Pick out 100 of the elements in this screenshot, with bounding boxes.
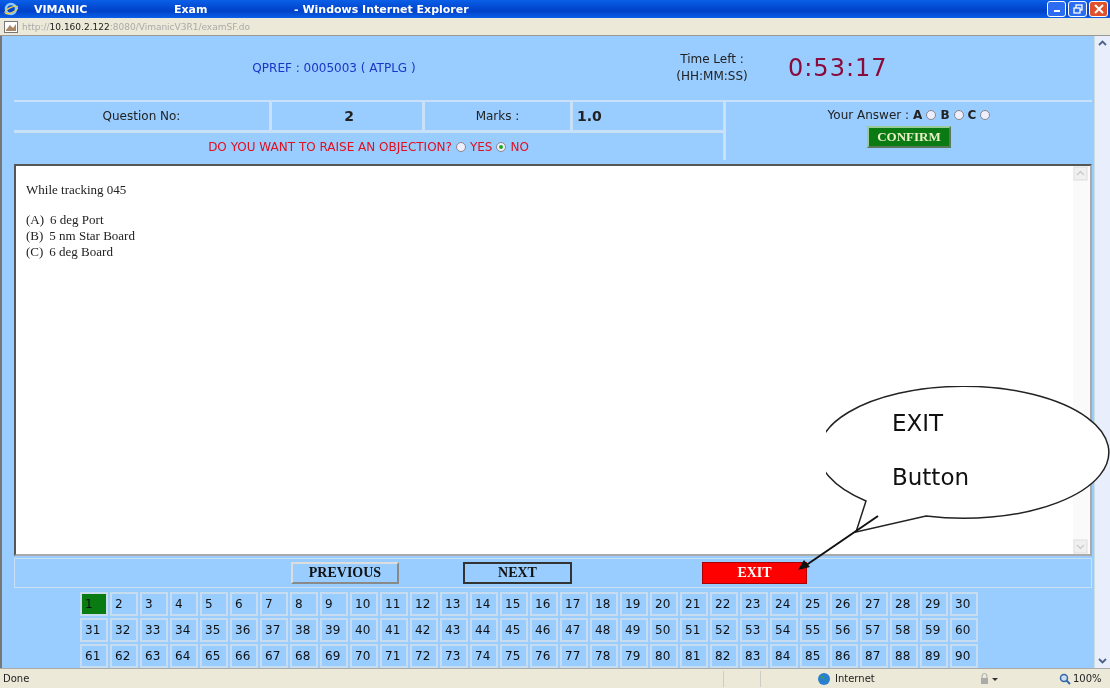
question-number-tile[interactable]: 55 — [800, 618, 828, 642]
question-number-tile[interactable]: 42 — [410, 618, 438, 642]
question-number-tile[interactable]: 45 — [500, 618, 528, 642]
question-number-tile[interactable]: 63 — [140, 644, 168, 668]
question-number-tile[interactable]: 80 — [650, 644, 678, 668]
question-number-tile[interactable]: 35 — [200, 618, 228, 642]
question-number-tile[interactable]: 36 — [230, 618, 258, 642]
question-number-tile[interactable]: 73 — [440, 644, 468, 668]
question-number-tile[interactable]: 57 — [860, 618, 888, 642]
question-number-tile[interactable]: 20 — [650, 592, 678, 616]
question-number-tile[interactable]: 86 — [830, 644, 858, 668]
question-number-tile[interactable]: 79 — [620, 644, 648, 668]
question-number-tile[interactable]: 76 — [530, 644, 558, 668]
question-number-tile[interactable]: 17 — [560, 592, 588, 616]
question-number-tile[interactable]: 61 — [80, 644, 108, 668]
question-number-tile[interactable]: 68 — [290, 644, 318, 668]
close-button[interactable] — [1089, 1, 1108, 17]
question-number-tile[interactable]: 56 — [830, 618, 858, 642]
question-number-tile[interactable]: 31 — [80, 618, 108, 642]
question-number-tile[interactable]: 19 — [620, 592, 648, 616]
question-number-tile[interactable]: 2 — [110, 592, 138, 616]
question-number-tile[interactable]: 72 — [410, 644, 438, 668]
minimize-button[interactable] — [1047, 1, 1066, 17]
question-number-tile[interactable]: 23 — [740, 592, 768, 616]
exit-button[interactable]: EXIT — [702, 562, 807, 584]
question-number-tile[interactable]: 85 — [800, 644, 828, 668]
restore-button[interactable] — [1068, 1, 1087, 17]
question-number-tile[interactable]: 50 — [650, 618, 678, 642]
previous-button[interactable]: PREVIOUS — [291, 562, 399, 584]
question-number-tile[interactable]: 13 — [440, 592, 468, 616]
question-number-tile[interactable]: 66 — [230, 644, 258, 668]
question-number-tile[interactable]: 9 — [320, 592, 348, 616]
question-number-tile[interactable]: 87 — [860, 644, 888, 668]
question-number-tile[interactable]: 41 — [380, 618, 408, 642]
question-number-tile[interactable]: 52 — [710, 618, 738, 642]
question-number-tile[interactable]: 6 — [230, 592, 258, 616]
question-number-tile[interactable]: 34 — [170, 618, 198, 642]
question-number-tile[interactable]: 48 — [590, 618, 618, 642]
question-number-tile[interactable]: 89 — [920, 644, 948, 668]
question-number-tile[interactable]: 83 — [740, 644, 768, 668]
question-number-tile[interactable]: 84 — [770, 644, 798, 668]
question-number-tile[interactable]: 14 — [470, 592, 498, 616]
question-number-tile[interactable]: 30 — [950, 592, 978, 616]
question-number-tile[interactable]: 44 — [470, 618, 498, 642]
question-number-tile[interactable]: 81 — [680, 644, 708, 668]
question-number-tile[interactable]: 18 — [590, 592, 618, 616]
question-number-tile[interactable]: 47 — [560, 618, 588, 642]
question-number-tile[interactable]: 8 — [290, 592, 318, 616]
question-number-tile[interactable]: 10 — [350, 592, 378, 616]
question-number-tile[interactable]: 22 — [710, 592, 738, 616]
question-number-tile[interactable]: 26 — [830, 592, 858, 616]
question-number-tile[interactable]: 32 — [110, 618, 138, 642]
question-number-tile[interactable]: 88 — [890, 644, 918, 668]
next-button[interactable]: NEXT — [463, 562, 572, 584]
zoom-control[interactable]: 100% — [1059, 672, 1102, 685]
question-number-tile[interactable]: 24 — [770, 592, 798, 616]
question-number-tile[interactable]: 78 — [590, 644, 618, 668]
question-number-tile[interactable]: 7 — [260, 592, 288, 616]
question-number-tile[interactable]: 51 — [680, 618, 708, 642]
question-number-tile[interactable]: 33 — [140, 618, 168, 642]
question-number-tile[interactable]: 4 — [170, 592, 198, 616]
question-number-tile[interactable]: 11 — [380, 592, 408, 616]
question-number-tile[interactable]: 74 — [470, 644, 498, 668]
question-number-tile[interactable]: 29 — [920, 592, 948, 616]
question-number-tile[interactable]: 15 — [500, 592, 528, 616]
answer-radio[interactable] — [953, 110, 964, 120]
question-number-tile[interactable]: 54 — [770, 618, 798, 642]
question-number-tile[interactable]: 46 — [530, 618, 558, 642]
question-number-tile[interactable]: 75 — [500, 644, 528, 668]
answer-radio[interactable] — [926, 110, 937, 120]
question-number-tile[interactable]: 60 — [950, 618, 978, 642]
question-number-tile[interactable]: 77 — [560, 644, 588, 668]
question-number-tile[interactable]: 53 — [740, 618, 768, 642]
question-number-tile[interactable]: 27 — [860, 592, 888, 616]
question-number-tile[interactable]: 64 — [170, 644, 198, 668]
question-number-tile[interactable]: 71 — [380, 644, 408, 668]
question-number-tile[interactable]: 39 — [320, 618, 348, 642]
question-number-tile[interactable]: 65 — [200, 644, 228, 668]
objection-radio[interactable] — [496, 141, 507, 152]
question-number-tile[interactable]: 40 — [350, 618, 378, 642]
question-number-tile[interactable]: 37 — [260, 618, 288, 642]
question-number-tile[interactable]: 82 — [710, 644, 738, 668]
answer-radio[interactable] — [980, 110, 991, 120]
question-number-tile[interactable]: 5 — [200, 592, 228, 616]
question-number-tile[interactable]: 21 — [680, 592, 708, 616]
question-number-tile[interactable]: 58 — [890, 618, 918, 642]
question-number-tile[interactable]: 69 — [320, 644, 348, 668]
objection-radio[interactable] — [455, 141, 466, 152]
question-number-tile[interactable]: 3 — [140, 592, 168, 616]
question-number-tile[interactable]: 62 — [110, 644, 138, 668]
question-number-tile[interactable]: 25 — [800, 592, 828, 616]
confirm-button[interactable]: CONFIRM — [867, 126, 951, 148]
question-number-tile[interactable]: 70 — [350, 644, 378, 668]
question-number-tile[interactable]: 12 — [410, 592, 438, 616]
question-number-tile[interactable]: 16 — [530, 592, 558, 616]
question-number-tile[interactable]: 67 — [260, 644, 288, 668]
question-number-tile[interactable]: 43 — [440, 618, 468, 642]
question-number-tile[interactable]: 49 — [620, 618, 648, 642]
question-number-tile[interactable]: 38 — [290, 618, 318, 642]
question-number-tile[interactable]: 59 — [920, 618, 948, 642]
